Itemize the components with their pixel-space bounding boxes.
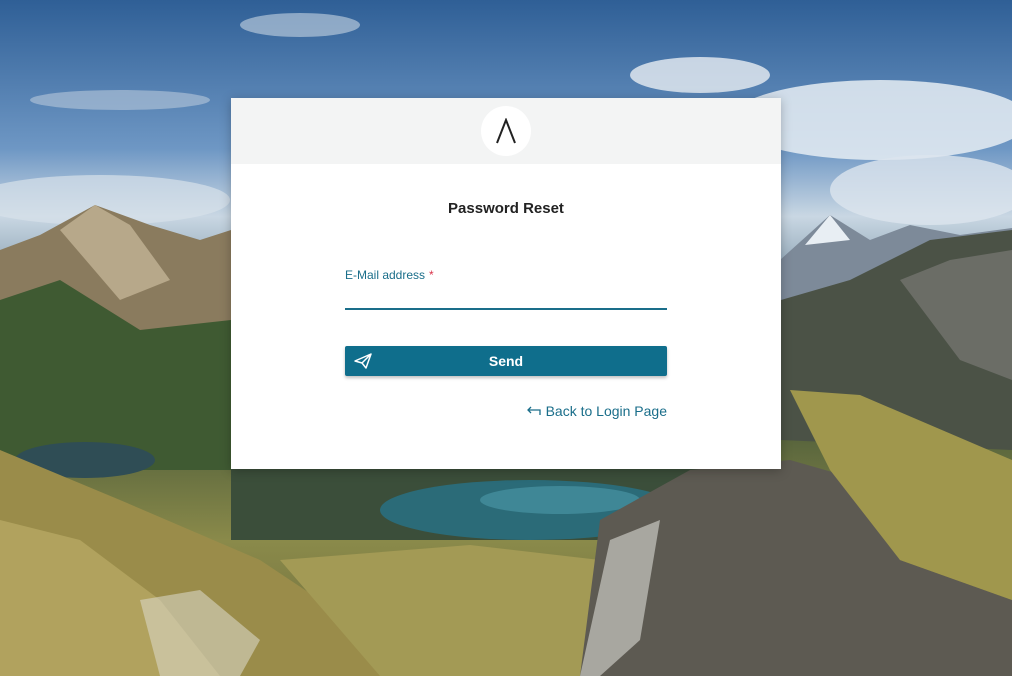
paper-plane-icon [354, 353, 372, 369]
send-button[interactable]: Send [345, 346, 667, 376]
email-field-group: E-Mail address * [345, 268, 667, 310]
card-header [231, 98, 781, 164]
send-button-label: Send [488, 353, 524, 369]
email-input[interactable] [345, 286, 667, 310]
page-title: Password Reset [448, 200, 564, 217]
back-to-login-link[interactable]: Back to Login Page [526, 403, 667, 419]
return-arrow-icon [526, 406, 541, 415]
email-label-text: E-Mail address [345, 268, 426, 282]
lambda-logo-icon [481, 106, 531, 156]
email-label: E-Mail address * [345, 268, 667, 282]
back-link-label: Back to Login Page [545, 403, 667, 419]
password-reset-card: Password Reset E-Mail address * Send Back… [231, 98, 781, 469]
required-marker: * [429, 268, 434, 282]
